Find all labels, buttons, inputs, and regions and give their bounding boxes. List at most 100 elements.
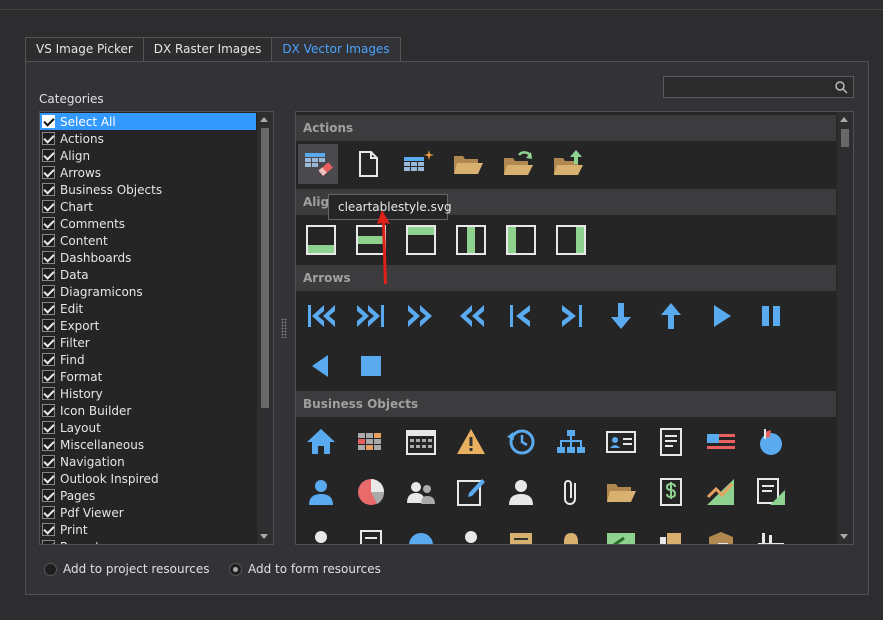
scroll-down-icon[interactable]	[260, 534, 268, 539]
categories-list[interactable]: Select All Actions Align Arrows Business Obj…	[39, 111, 274, 545]
double-next-icon[interactable]	[401, 296, 441, 336]
table-new-icon[interactable]	[398, 144, 438, 184]
category-checkbox[interactable]	[42, 387, 55, 400]
image-partial-icon[interactable]	[601, 522, 641, 544]
category-checkbox[interactable]	[42, 285, 55, 298]
globe-partial-icon[interactable]	[401, 522, 441, 544]
category-item[interactable]: Arrows	[40, 164, 256, 181]
categories-scrollbar[interactable]	[257, 112, 273, 544]
category-item[interactable]: Pages	[40, 487, 256, 504]
pause-icon[interactable]	[751, 296, 791, 336]
category-checkbox[interactable]	[42, 455, 55, 468]
category-checkbox[interactable]	[42, 302, 55, 315]
category-item[interactable]: Layout	[40, 419, 256, 436]
category-item[interactable]: Navigation	[40, 453, 256, 470]
search-icon[interactable]	[834, 80, 848, 94]
align-right-icon[interactable]	[551, 220, 591, 260]
note-partial-icon[interactable]	[501, 522, 541, 544]
align-top-icon[interactable]	[401, 220, 441, 260]
align-bottom-icon[interactable]	[301, 220, 341, 260]
sales-region-icon[interactable]	[751, 422, 791, 462]
align-center-icon[interactable]	[451, 220, 491, 260]
document-text-icon[interactable]	[651, 422, 691, 462]
product-partial-icon[interactable]	[651, 522, 691, 544]
flag-icon[interactable]	[701, 422, 741, 462]
arrow-left-icon[interactable]	[301, 346, 341, 386]
category-item[interactable]: History	[40, 385, 256, 402]
bell-partial-icon[interactable]	[551, 522, 591, 544]
category-item[interactable]: Data	[40, 266, 256, 283]
cleartablestyle-icon[interactable]	[298, 144, 338, 184]
category-item[interactable]: Filter	[40, 334, 256, 351]
category-item[interactable]: Reports	[40, 538, 256, 544]
team-icon[interactable]	[401, 472, 441, 512]
customer-icon[interactable]	[501, 472, 541, 512]
pie-chart-icon[interactable]	[351, 472, 391, 512]
category-checkbox[interactable]	[42, 115, 55, 128]
category-item[interactable]: Content	[40, 232, 256, 249]
last-icon[interactable]	[351, 296, 391, 336]
category-item[interactable]: Pdf Viewer	[40, 504, 256, 521]
category-item[interactable]: Chart	[40, 198, 256, 215]
gallery-scroll-thumb[interactable]	[841, 129, 849, 147]
category-item[interactable]: Outlook Inspired	[40, 470, 256, 487]
gallery-scroll-up-icon[interactable]	[840, 117, 848, 122]
category-checkbox[interactable]	[42, 166, 55, 179]
search-box[interactable]	[663, 76, 854, 98]
next-icon[interactable]	[551, 296, 591, 336]
category-item[interactable]: Export	[40, 317, 256, 334]
pivot-grid-icon[interactable]	[351, 422, 391, 462]
category-item[interactable]: Find	[40, 351, 256, 368]
new-document-icon[interactable]	[348, 144, 388, 184]
calendar-icon[interactable]	[401, 422, 441, 462]
icon-gallery[interactable]: Actions Align Arrows Business Objects	[295, 111, 854, 545]
align-left-icon[interactable]	[501, 220, 541, 260]
category-item[interactable]: Miscellaneous	[40, 436, 256, 453]
attachment-icon[interactable]	[551, 472, 591, 512]
gallery-scroll-down-icon[interactable]	[840, 534, 848, 539]
contact-card-icon[interactable]	[601, 422, 641, 462]
radio-add-to-project[interactable]: Add to project resources	[44, 562, 210, 576]
category-checkbox[interactable]	[42, 251, 55, 264]
category-checkbox[interactable]	[42, 183, 55, 196]
open-upload-folder-icon[interactable]	[548, 144, 588, 184]
stop-icon[interactable]	[351, 346, 391, 386]
category-checkbox[interactable]	[42, 438, 55, 451]
category-checkbox[interactable]	[42, 268, 55, 281]
prev-icon[interactable]	[501, 296, 541, 336]
category-checkbox[interactable]	[42, 540, 55, 544]
category-item[interactable]: Comments	[40, 215, 256, 232]
tab-dx-vector-images[interactable]: DX Vector Images	[271, 37, 401, 63]
radio-add-to-form[interactable]: Add to form resources	[229, 562, 381, 576]
search-input[interactable]	[664, 77, 834, 97]
category-checkbox[interactable]	[42, 506, 55, 519]
category-checkbox[interactable]	[42, 132, 55, 145]
double-prev-icon[interactable]	[451, 296, 491, 336]
gallery-scrollbar[interactable]	[837, 112, 853, 544]
category-item[interactable]: Icon Builder	[40, 402, 256, 419]
category-item[interactable]: Business Objects	[40, 181, 256, 198]
category-item[interactable]: Diagramicons	[40, 283, 256, 300]
radio-button[interactable]	[44, 562, 57, 576]
category-item[interactable]: Edit	[40, 300, 256, 317]
warning-icon[interactable]	[451, 422, 491, 462]
tab-dx-raster-images[interactable]: DX Raster Images	[142, 37, 273, 62]
folder-icon[interactable]	[601, 472, 641, 512]
tab-vs-image-picker[interactable]: VS Image Picker	[25, 37, 144, 62]
scroll-thumb[interactable]	[261, 128, 269, 408]
first-icon[interactable]	[301, 296, 341, 336]
arrow-down-icon[interactable]	[601, 296, 641, 336]
category-checkbox[interactable]	[42, 200, 55, 213]
category-checkbox[interactable]	[42, 234, 55, 247]
org-chart-icon[interactable]	[551, 422, 591, 462]
box-partial-icon[interactable]	[701, 522, 741, 544]
report-chart-icon[interactable]	[751, 472, 791, 512]
category-checkbox[interactable]	[42, 336, 55, 349]
home-icon[interactable]	[301, 422, 341, 462]
list-doc-partial-icon[interactable]	[351, 522, 391, 544]
edit-task-icon[interactable]	[451, 472, 491, 512]
person-partial-icon[interactable]	[301, 522, 341, 544]
category-item[interactable]: Align	[40, 147, 256, 164]
category-checkbox[interactable]	[42, 404, 55, 417]
open-refresh-folder-icon[interactable]	[498, 144, 538, 184]
